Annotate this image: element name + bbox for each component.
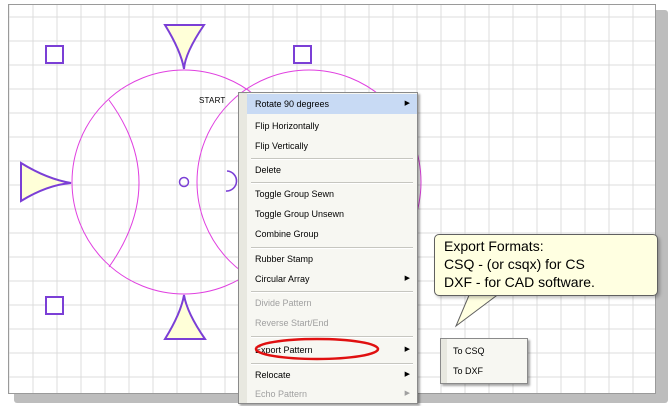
callout-tail-cover — [471, 292, 499, 294]
